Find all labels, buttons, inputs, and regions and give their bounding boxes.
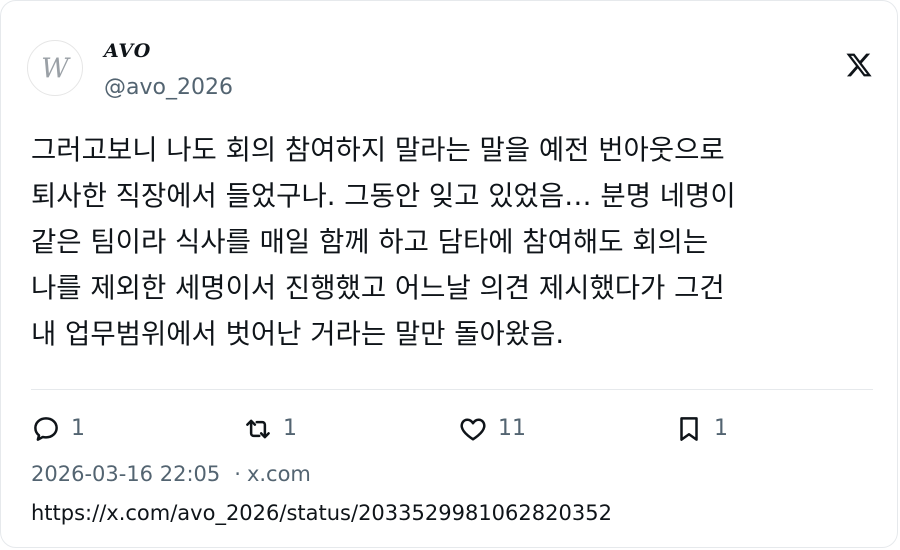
tweet-text: 그러고보니 나도 회의 참여하지 말라는 말을 예전 번아웃으로 퇴사한 직장에…: [31, 134, 736, 350]
user-handle[interactable]: @avo_2026: [104, 74, 233, 102]
svg-text:W: W: [41, 54, 71, 85]
retweet-button[interactable]: 1: [243, 410, 297, 448]
bookmark-outline-icon: [674, 414, 704, 444]
source-label[interactable]: x.com: [247, 462, 311, 486]
speech-bubble-icon: [31, 414, 61, 444]
bookmark-button[interactable]: 1: [674, 410, 728, 448]
divider: [31, 389, 873, 390]
x-logo-icon[interactable]: [845, 51, 873, 79]
avatar[interactable]: W: [27, 40, 83, 96]
tweet-card: W AVO @avo_2026 그러고보니 나도 회의 참여하지 말라는 말을 …: [0, 0, 898, 548]
meta-separator: ·: [234, 462, 241, 486]
heart-outline-icon: [458, 414, 488, 444]
bookmark-count: 1: [714, 416, 728, 441]
display-name[interactable]: AVO: [104, 39, 151, 63]
retweet-arrows-icon: [243, 414, 273, 444]
like-button[interactable]: 11: [458, 410, 526, 448]
timestamp[interactable]: 2026-03-16 22:05: [31, 462, 220, 486]
avatar-monogram-icon: W: [41, 54, 71, 85]
like-count: 11: [498, 416, 526, 441]
reply-count: 1: [71, 416, 85, 441]
retweet-count: 1: [283, 416, 297, 441]
tweet-meta: 2026-03-16 22:05 · x.com: [31, 460, 311, 488]
action-bar: 1 1 11 1: [1, 410, 900, 448]
reply-button[interactable]: 1: [31, 410, 85, 448]
tweet-url[interactable]: https://x.com/avo_2026/status/2033529981…: [31, 499, 612, 527]
